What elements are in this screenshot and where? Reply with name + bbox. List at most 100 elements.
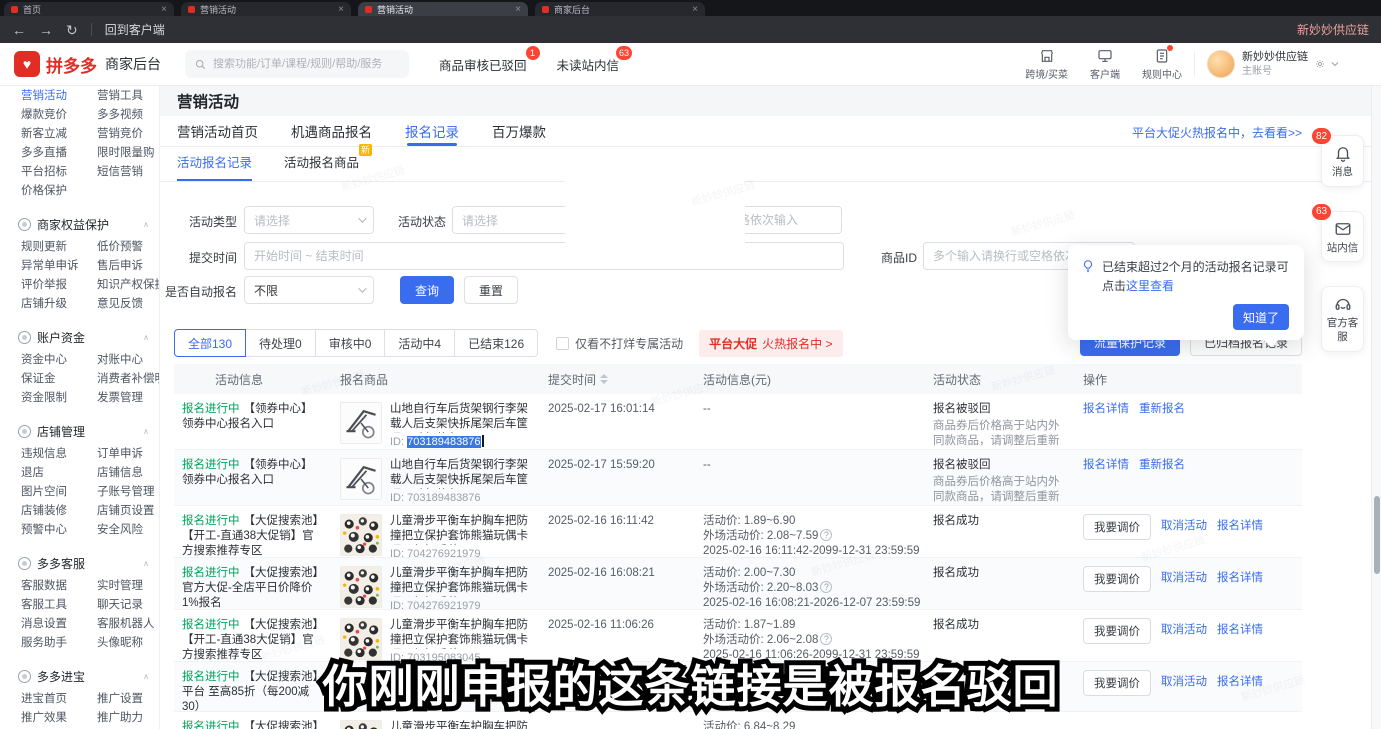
product-title[interactable]: 儿童滑步平衡车护胸车把防撞把立保护套饰熊猫玩偶卡通公仔把手装	[390, 514, 530, 545]
activity-type-select[interactable]: 请选择	[244, 206, 374, 234]
sidebar-item[interactable]: 对账中心	[97, 351, 159, 370]
status-filter-tab[interactable]: 待处理0	[245, 329, 316, 357]
sidebar-item[interactable]: 进宝首页	[21, 690, 97, 709]
action-link[interactable]: 报名详情	[1217, 519, 1263, 534]
status-filter-tab[interactable]: 全部130	[174, 329, 246, 357]
activity-status-select[interactable]: 请选择	[452, 206, 582, 234]
hot-signup-badge[interactable]: 平台大促火热报名中 >	[699, 330, 842, 357]
header-quick-link[interactable]: 客户端	[1090, 48, 1120, 81]
sidebar-item[interactable]: 平台招标	[21, 163, 97, 182]
search-input[interactable]	[213, 58, 400, 70]
action-link[interactable]: 重新报名	[1139, 458, 1185, 473]
sidebar-item[interactable]: 营销竞价	[97, 125, 159, 144]
sidebar-item[interactable]: 爆款竞价	[21, 106, 97, 125]
sidebar-item[interactable]: 预警中心	[21, 521, 97, 540]
submit-time-range-input[interactable]	[244, 242, 844, 270]
audit-rejected-link[interactable]: 商品审核已驳回 1	[439, 55, 527, 74]
sidebar-item[interactable]: 消息设置	[21, 615, 97, 634]
product-title[interactable]: 山地自行车后货架钢行李架载人后支架快拆尾架后车筐通用骑行装备	[390, 458, 530, 489]
sub-tab[interactable]: 活动报名商品新	[284, 152, 359, 181]
sidebar-item[interactable]: 营销活动	[21, 87, 97, 106]
sidebar-item[interactable]: 店铺装修	[21, 502, 97, 521]
action-link[interactable]: 报名详情	[1083, 458, 1129, 473]
sidebar-item[interactable]: 客服数据	[21, 577, 97, 596]
product-thumbnail[interactable]	[340, 566, 382, 608]
rail-service-button[interactable]: 官方客服	[1321, 286, 1364, 351]
status-filter-tab[interactable]: 活动中4	[384, 329, 455, 357]
rail-mail-button[interactable]: 63站内信	[1321, 211, 1364, 263]
query-button[interactable]: 查询	[400, 276, 454, 304]
product-thumbnail[interactable]	[340, 720, 382, 729]
sidebar-item[interactable]: 店铺升级	[21, 295, 97, 314]
tab-close-icon[interactable]: ×	[515, 4, 521, 15]
sidebar-item[interactable]: 规则更新	[21, 238, 97, 257]
sidebar-item[interactable]: 营销工具	[97, 87, 159, 106]
sidebar-item[interactable]: 新客立减	[21, 125, 97, 144]
global-search[interactable]	[185, 50, 409, 78]
status-filter-tab[interactable]: 已结束126	[454, 329, 538, 357]
chevron-down-icon[interactable]	[1329, 58, 1341, 70]
sidebar-item[interactable]: 保证金	[21, 370, 97, 389]
sidebar-item[interactable]: 客服机器人	[97, 615, 159, 634]
sidebar-item[interactable]: 多多视频	[97, 106, 159, 125]
adjust-price-button[interactable]: 我要调价	[1083, 670, 1151, 696]
sidebar-item[interactable]: 客服工具	[21, 596, 97, 615]
address-text[interactable]: 回到客户端	[105, 21, 165, 38]
action-link[interactable]: 取消活动	[1161, 675, 1207, 690]
main-tab[interactable]: 机遇商品报名	[291, 116, 372, 146]
account-info[interactable]: 新妙妙供应链 主账号	[1242, 50, 1308, 77]
action-link[interactable]: 取消活动	[1161, 623, 1207, 638]
gear-icon[interactable]	[1314, 58, 1326, 70]
product-title[interactable]: 儿童滑步平衡车护胸车把防撞把立保护套饰熊猫玩偶卡通公仔把手装	[390, 720, 530, 729]
auto-signup-select[interactable]: 不限	[244, 276, 374, 304]
tab-close-icon[interactable]: ×	[692, 4, 698, 15]
column-header[interactable]: 提交时间	[540, 371, 695, 388]
sidebar-item[interactable]: 聊天记录	[97, 596, 159, 615]
sidebar-item[interactable]: 订单申诉	[97, 445, 159, 464]
main-tab[interactable]: 报名记录	[405, 116, 459, 146]
status-filter-tab[interactable]: 审核中0	[315, 329, 386, 357]
sidebar-item[interactable]: 异常单申诉	[21, 257, 97, 276]
got-it-button[interactable]: 知道了	[1233, 304, 1289, 330]
action-link[interactable]: 报名详情	[1083, 402, 1129, 417]
unread-mail-link[interactable]: 未读站内信 63	[557, 55, 620, 74]
help-icon[interactable]: ?	[820, 529, 832, 541]
sidebar-item[interactable]: 店铺信息	[97, 464, 159, 483]
sub-tab[interactable]: 活动报名记录	[177, 152, 252, 181]
special-activity-checkbox[interactable]: 仅看不打烊专属活动	[556, 335, 683, 352]
product-thumbnail[interactable]	[340, 402, 382, 444]
action-link[interactable]: 报名详情	[1217, 623, 1263, 638]
sidebar-item[interactable]: 头像昵称	[97, 634, 159, 653]
tab-close-icon[interactable]: ×	[161, 4, 167, 15]
sort-icon[interactable]	[600, 374, 608, 384]
pinduoduo-logo-icon[interactable]: ♥	[14, 51, 40, 77]
product-thumbnail[interactable]	[340, 514, 382, 556]
product-title[interactable]: 山地自行车后货架钢行李架载人后支架快拆尾架后车筐通用骑行装备	[390, 402, 530, 433]
sidebar-item[interactable]: 违规信息	[21, 445, 97, 464]
sidebar-section-header[interactable]: 账户资金∧	[18, 329, 149, 346]
sidebar-item[interactable]: 服务助手	[21, 634, 97, 653]
header-quick-link[interactable]: 规则中心	[1142, 48, 1182, 81]
sidebar-item[interactable]: 多多直播	[21, 144, 97, 163]
sidebar-item[interactable]: 推广助力	[97, 709, 159, 728]
sidebar-item[interactable]: 资金中心	[21, 351, 97, 370]
main-tab[interactable]: 营销活动首页	[177, 116, 258, 146]
forward-icon[interactable]: →	[39, 23, 53, 37]
sidebar-item[interactable]: 评价举报	[21, 276, 97, 295]
reload-icon[interactable]: ↻	[66, 23, 78, 37]
promo-link[interactable]: 平台大促火热报名中，去看看>>	[1132, 124, 1302, 141]
browser-profile-label[interactable]: 新妙妙供应链	[1297, 21, 1369, 38]
help-icon[interactable]: ?	[820, 633, 832, 645]
sidebar-item[interactable]: 店铺页设置	[97, 502, 159, 521]
action-link[interactable]: 取消活动	[1161, 519, 1207, 534]
tab-close-icon[interactable]: ×	[338, 4, 344, 15]
sidebar-item[interactable]: 安全风险	[97, 521, 159, 540]
sidebar-item[interactable]: 实时管理	[97, 577, 159, 596]
adjust-price-button[interactable]: 我要调价	[1083, 618, 1151, 644]
sidebar-item[interactable]: 短信营销	[97, 163, 159, 182]
sidebar-item[interactable]: 图片空间	[21, 483, 97, 502]
sidebar-item[interactable]: 意见反馈	[97, 295, 159, 314]
sidebar-section-header[interactable]: 店铺管理∧	[18, 423, 149, 440]
action-link[interactable]: 重新报名	[1139, 402, 1185, 417]
action-link[interactable]: 报名详情	[1217, 675, 1263, 690]
